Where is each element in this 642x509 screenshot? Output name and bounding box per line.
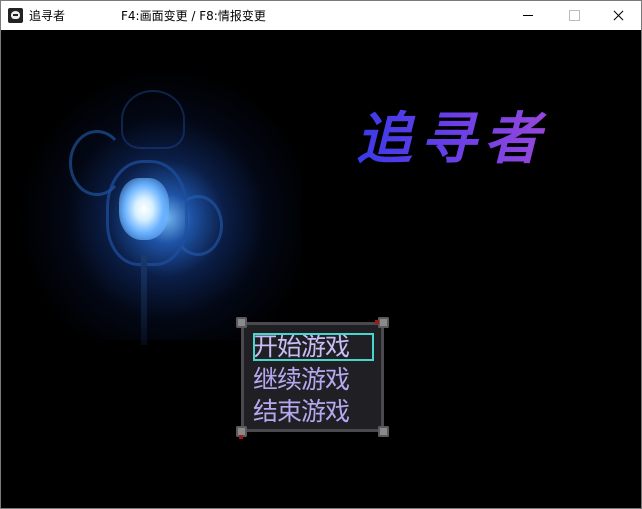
close-button[interactable] [595,1,641,30]
minimize-button[interactable] [505,1,551,30]
app-icon [8,8,23,23]
title-bar[interactable]: 追寻者 F4:画面变更 / F8:情报变更 [1,1,641,30]
menu-item-continue-game[interactable]: 继续游戏 [253,366,374,394]
menu-item-quit-game[interactable]: 结束游戏 [253,398,374,426]
lamp-light [119,178,169,240]
game-canvas[interactable]: 追寻者 开始游戏 继续游戏 结束游戏 [1,30,641,508]
window-title: 追寻者 [29,9,66,23]
menu-corner [236,426,247,439]
maximize-button[interactable] [551,1,597,30]
lamp-rod [141,255,147,345]
title-menu: 开始游戏 继续游戏 结束游戏 [236,317,389,439]
game-logo: 追寻者 [356,104,576,174]
lamp-ornament-top [121,90,185,149]
menu-item-start-game[interactable]: 开始游戏 [253,333,374,361]
menu-corner [378,426,389,437]
game-window: 追寻者 F4:画面变更 / F8:情报变更 追寻者 开始游戏 继续游戏 结束游戏 [0,0,642,509]
keyboard-hint: F4:画面变更 / F8:情报变更 [121,9,266,23]
menu-corner [236,317,247,328]
menu-corner [375,317,389,328]
